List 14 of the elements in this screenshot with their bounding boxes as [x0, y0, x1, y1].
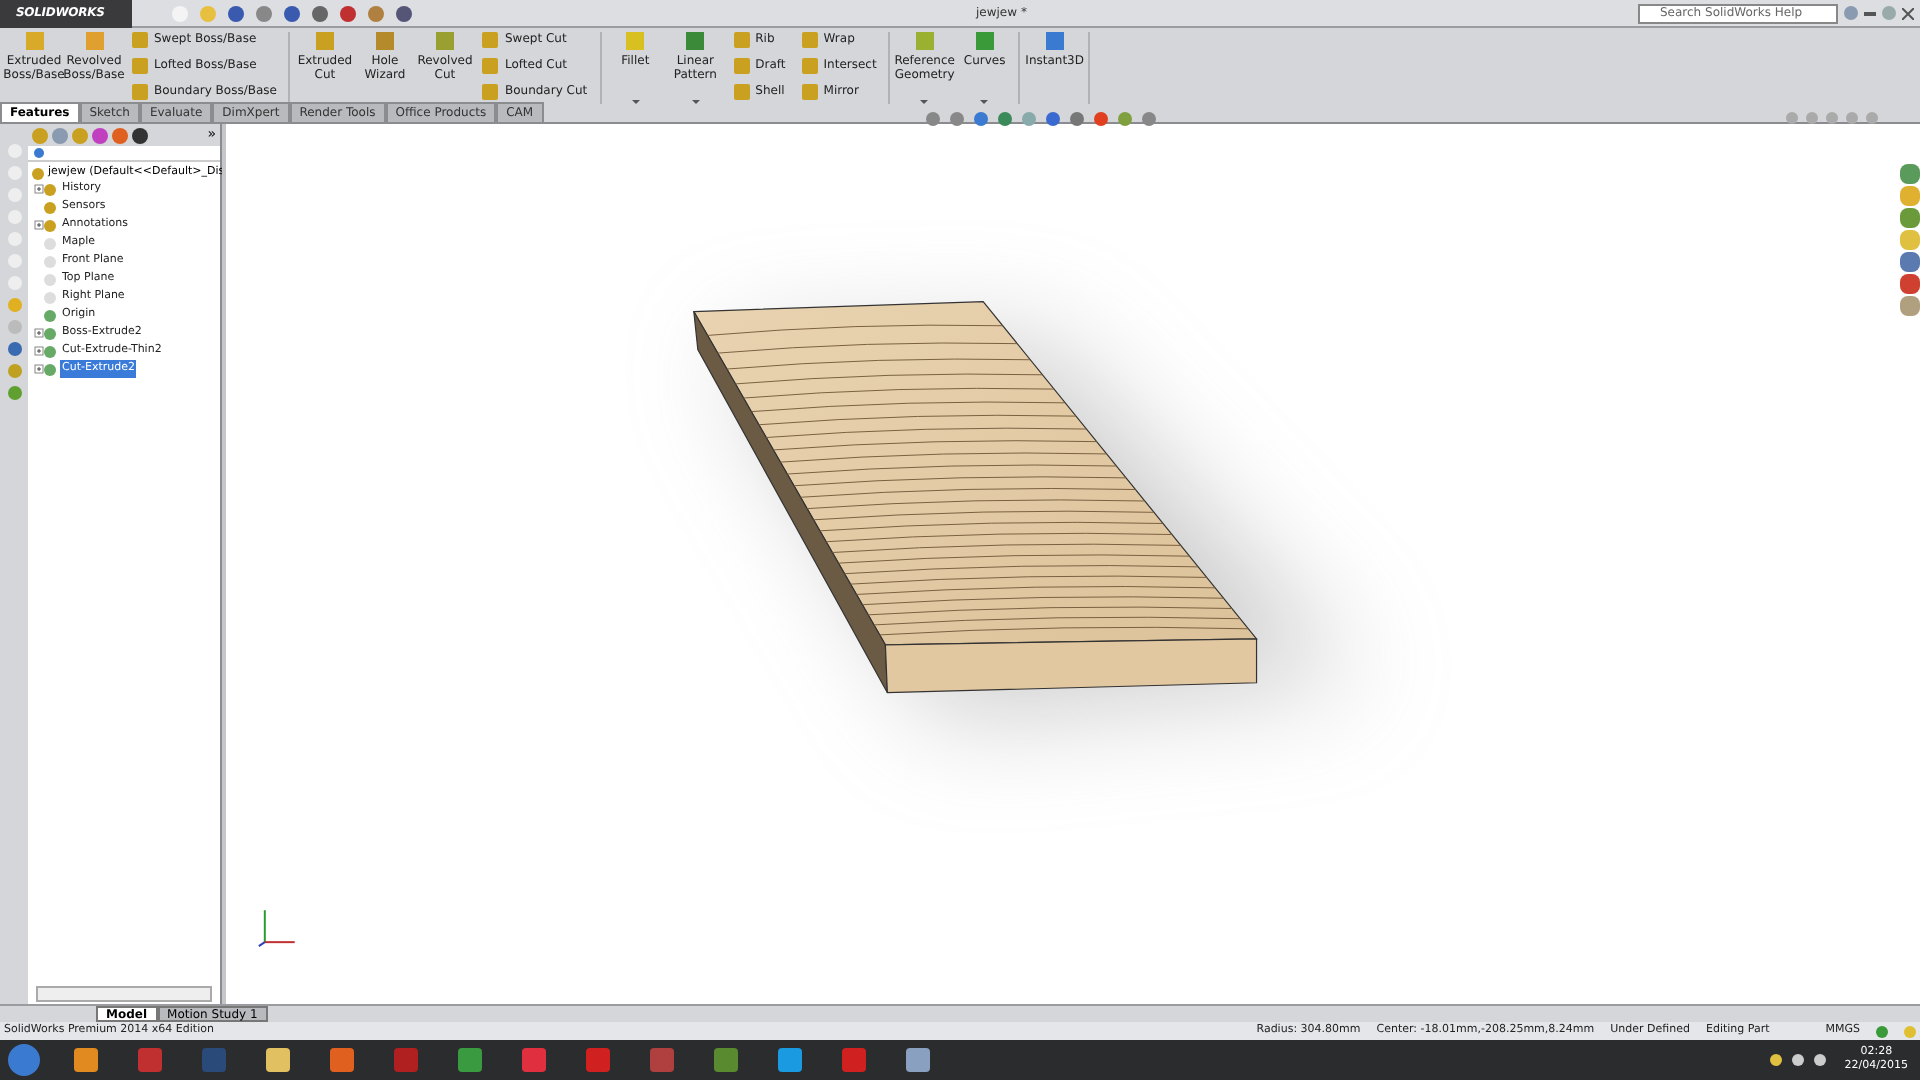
expand-icon[interactable] — [33, 220, 43, 230]
caret-icon — [980, 100, 989, 104]
caret-icon — [691, 100, 700, 104]
caret-icon — [631, 100, 640, 104]
start-button[interactable] — [8, 1044, 40, 1076]
scrollbar[interactable] — [36, 986, 212, 1002]
axis-triad-drawing — [257, 909, 296, 948]
expand-icon[interactable] — [33, 346, 43, 356]
expand-icon[interactable] — [33, 184, 43, 194]
expand-icon[interactable] — [33, 364, 43, 374]
minimize-icon[interactable] — [1864, 11, 1876, 15]
close-icon[interactable] — [1902, 7, 1914, 19]
expand-icon[interactable] — [33, 328, 43, 338]
caret-icon — [920, 100, 929, 104]
